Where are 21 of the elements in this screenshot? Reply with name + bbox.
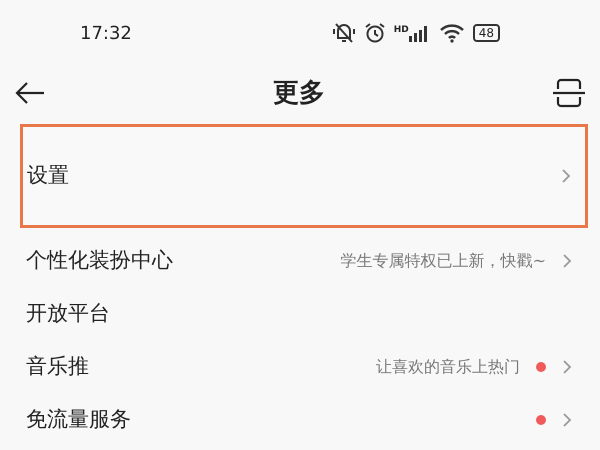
wifi-icon [438,23,465,43]
menu-item[interactable]: 个性化装扮中心 学生专属特权已上新，快戳~ [0,234,600,287]
page-title: 更多 [273,76,325,110]
scan-icon[interactable] [552,78,586,108]
battery-level: 48 [472,24,500,42]
muted-bell-icon [332,22,356,44]
highlighted-menu-item[interactable]: 设置 [20,124,588,228]
network-label: HD [394,24,409,37]
item-label: 设置 [27,162,69,190]
item-hint: 学生专属特权已上新，快戳~ [340,250,546,272]
item-label: 开放平台 [26,300,110,327]
menu-item[interactable]: 开放平台 [0,287,600,340]
clock-time: 17:32 [80,22,132,46]
item-hint: 让喜欢的音乐上热门 [376,356,520,378]
item-label: 免流量服务 [26,406,131,433]
item-label: 个性化装扮中心 [26,246,173,274]
menu-item[interactable]: 音乐推 让喜欢的音乐上热门 [0,340,600,393]
alarm-clock-icon [364,22,386,44]
menu-item[interactable]: 免流量服务 [0,393,600,446]
item-label: 音乐推 [26,352,89,380]
back-arrow-icon[interactable] [14,81,46,105]
